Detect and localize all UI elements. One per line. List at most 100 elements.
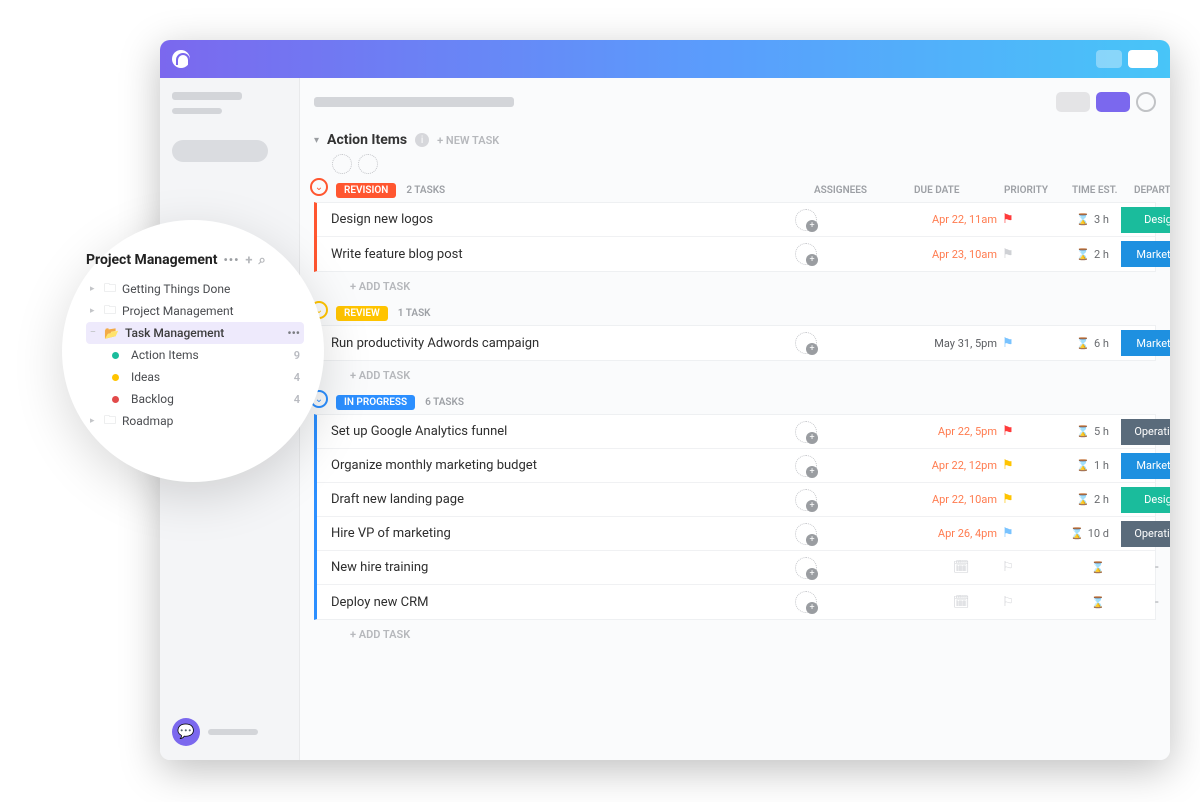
assignee-add-icon[interactable]: [795, 243, 817, 265]
col-header-time[interactable]: TIME EST.: [1072, 185, 1117, 196]
due-date[interactable]: Apr 23, 10am: [897, 248, 997, 261]
time-est[interactable]: 6 h: [1059, 337, 1109, 350]
department-badge[interactable]: Design: [1121, 487, 1170, 513]
priority-flag-icon[interactable]: ⚑: [1002, 212, 1014, 227]
caret-icon[interactable]: ▸: [90, 284, 98, 294]
list-item[interactable]: Action Items9: [86, 344, 304, 366]
collapse-icon[interactable]: ▾: [314, 135, 319, 146]
caret-icon[interactable]: ▸: [90, 416, 98, 426]
time-est[interactable]: [1059, 596, 1109, 609]
time-est[interactable]: 10 d: [1059, 527, 1109, 540]
due-date[interactable]: Apr 22, 10am: [897, 493, 997, 506]
priority-flag-icon[interactable]: ⚑: [1002, 458, 1014, 473]
task-row[interactable]: Organize monthly marketing budget Apr 22,…: [317, 449, 1155, 483]
assignee-add-icon[interactable]: [795, 523, 817, 545]
filter-add-icon[interactable]: [358, 154, 378, 174]
list-count: 9: [294, 349, 300, 362]
add-task-button[interactable]: + ADD TASK: [314, 620, 1156, 641]
time-est[interactable]: [1059, 561, 1109, 574]
task-row[interactable]: Draft new landing pageApr 22, 10am⚑2 hDe…: [317, 483, 1155, 517]
task-title: Draft new landing page: [317, 492, 777, 507]
department-badge[interactable]: Operations: [1121, 419, 1170, 445]
sidebar-search-placeholder[interactable]: [172, 140, 268, 162]
titlebar-control-a[interactable]: [1096, 50, 1122, 68]
time-est[interactable]: 2 h: [1059, 493, 1109, 506]
task-title: Organize monthly marketing budget: [317, 458, 777, 473]
priority-flag-icon[interactable]: ⚑: [1002, 526, 1014, 541]
info-icon[interactable]: i: [415, 133, 429, 147]
view-toggle-b[interactable]: [1096, 92, 1130, 112]
gear-icon[interactable]: [1136, 92, 1156, 112]
task-row[interactable]: New hire training🗓⚐-0%: [317, 551, 1155, 585]
more-icon[interactable]: •••: [223, 253, 239, 267]
caret-icon[interactable]: ▸: [90, 306, 98, 316]
folder-item[interactable]: ▸🗀Roadmap: [86, 410, 304, 432]
folder-icon: 🗀: [104, 301, 116, 322]
assignee-add-icon[interactable]: [795, 421, 817, 443]
priority-flag-icon[interactable]: ⚑: [1002, 336, 1014, 351]
dept-empty: -: [1155, 560, 1159, 575]
filter-assignee-icon[interactable]: [332, 154, 352, 174]
priority-flag-icon[interactable]: ⚐: [1002, 560, 1014, 575]
due-date[interactable]: May 31, 5pm: [897, 337, 997, 350]
department-badge[interactable]: Marketing: [1121, 241, 1170, 267]
list-item[interactable]: Ideas4: [86, 366, 304, 388]
view-toggle-a[interactable]: [1056, 92, 1090, 112]
add-task-button[interactable]: + ADD TASK: [314, 272, 1156, 293]
sidebar-skeleton: [172, 108, 222, 114]
assignee-add-icon[interactable]: [795, 557, 817, 579]
task-title: Write feature blog post: [317, 247, 777, 262]
col-header-assignees[interactable]: ASSIGNEES: [814, 185, 867, 196]
priority-flag-icon[interactable]: ⚐: [1002, 595, 1014, 610]
assignee-add-icon[interactable]: [795, 332, 817, 354]
priority-flag-icon[interactable]: ⚑: [1002, 247, 1014, 262]
col-header-dept[interactable]: DEPARTM...: [1134, 185, 1170, 196]
task-title: Design new logos: [317, 212, 777, 227]
due-date[interactable]: Apr 22, 12pm: [897, 459, 997, 472]
time-est[interactable]: 2 h: [1059, 248, 1109, 261]
department-badge[interactable]: Operations: [1121, 521, 1170, 547]
task-row[interactable]: Deploy new CRM🗓⚐-0%: [317, 585, 1155, 619]
department-badge[interactable]: Marketing: [1121, 330, 1170, 356]
calendar-icon[interactable]: 🗓: [953, 560, 970, 575]
department-badge[interactable]: Design: [1121, 207, 1170, 233]
status-chip[interactable]: REVIEW: [336, 306, 388, 321]
folder-label: Getting Things Done: [122, 282, 230, 296]
folder-item[interactable]: ▸🗀Getting Things Done: [86, 278, 304, 300]
task-row[interactable]: Set up Google Analytics funnelApr 22, 5p…: [317, 415, 1155, 449]
new-task-button[interactable]: + NEW TASK: [437, 134, 499, 147]
assignee-add-icon[interactable]: [795, 209, 817, 231]
due-date[interactable]: Apr 22, 11am: [897, 213, 997, 226]
calendar-icon[interactable]: 🗓: [953, 595, 970, 610]
due-date[interactable]: Apr 22, 5pm: [897, 425, 997, 438]
due-date[interactable]: Apr 26, 4pm: [897, 527, 997, 540]
time-est[interactable]: 3 h: [1059, 213, 1109, 226]
add-task-button[interactable]: + ADD TASK: [314, 361, 1156, 382]
assignee-add-icon[interactable]: [795, 489, 817, 511]
search-icon[interactable]: ⌕: [259, 253, 266, 268]
task-row[interactable]: Hire VP of marketingApr 26, 4pm⚑10 dOper…: [317, 517, 1155, 551]
folder-item[interactable]: –📂Task Management•••: [86, 322, 304, 344]
priority-flag-icon[interactable]: ⚑: [1002, 492, 1014, 507]
list-item[interactable]: Backlog4: [86, 388, 304, 410]
time-est[interactable]: 1 h: [1059, 459, 1109, 472]
task-row[interactable]: Run productivity Adwords campaignMay 31,…: [317, 326, 1155, 360]
time-est[interactable]: 5 h: [1059, 425, 1109, 438]
caret-icon[interactable]: –: [90, 328, 98, 338]
task-row[interactable]: Write feature blog postApr 23, 10am⚑2 hM…: [317, 237, 1155, 271]
section-header: ▾ Action Items i + NEW TASK: [314, 126, 1156, 154]
status-chip[interactable]: REVISION: [336, 183, 396, 198]
task-row[interactable]: Design new logosApr 22, 11am⚑3 hDesign0%: [317, 203, 1155, 237]
col-header-priority[interactable]: PRIORITY: [1004, 185, 1048, 196]
titlebar-control-b[interactable]: [1128, 50, 1158, 68]
assignee-add-icon[interactable]: [795, 591, 817, 613]
folder-item[interactable]: ▸🗀Project Management: [86, 300, 304, 322]
assignee-add-icon[interactable]: [795, 455, 817, 477]
more-icon[interactable]: •••: [287, 326, 300, 340]
add-icon[interactable]: +: [245, 253, 252, 268]
chat-icon[interactable]: 💬: [172, 718, 200, 746]
col-header-due[interactable]: DUE DATE: [914, 185, 959, 196]
department-badge[interactable]: Marketing: [1121, 453, 1170, 479]
priority-flag-icon[interactable]: ⚑: [1002, 424, 1014, 439]
status-chip[interactable]: IN PROGRESS: [336, 395, 415, 410]
